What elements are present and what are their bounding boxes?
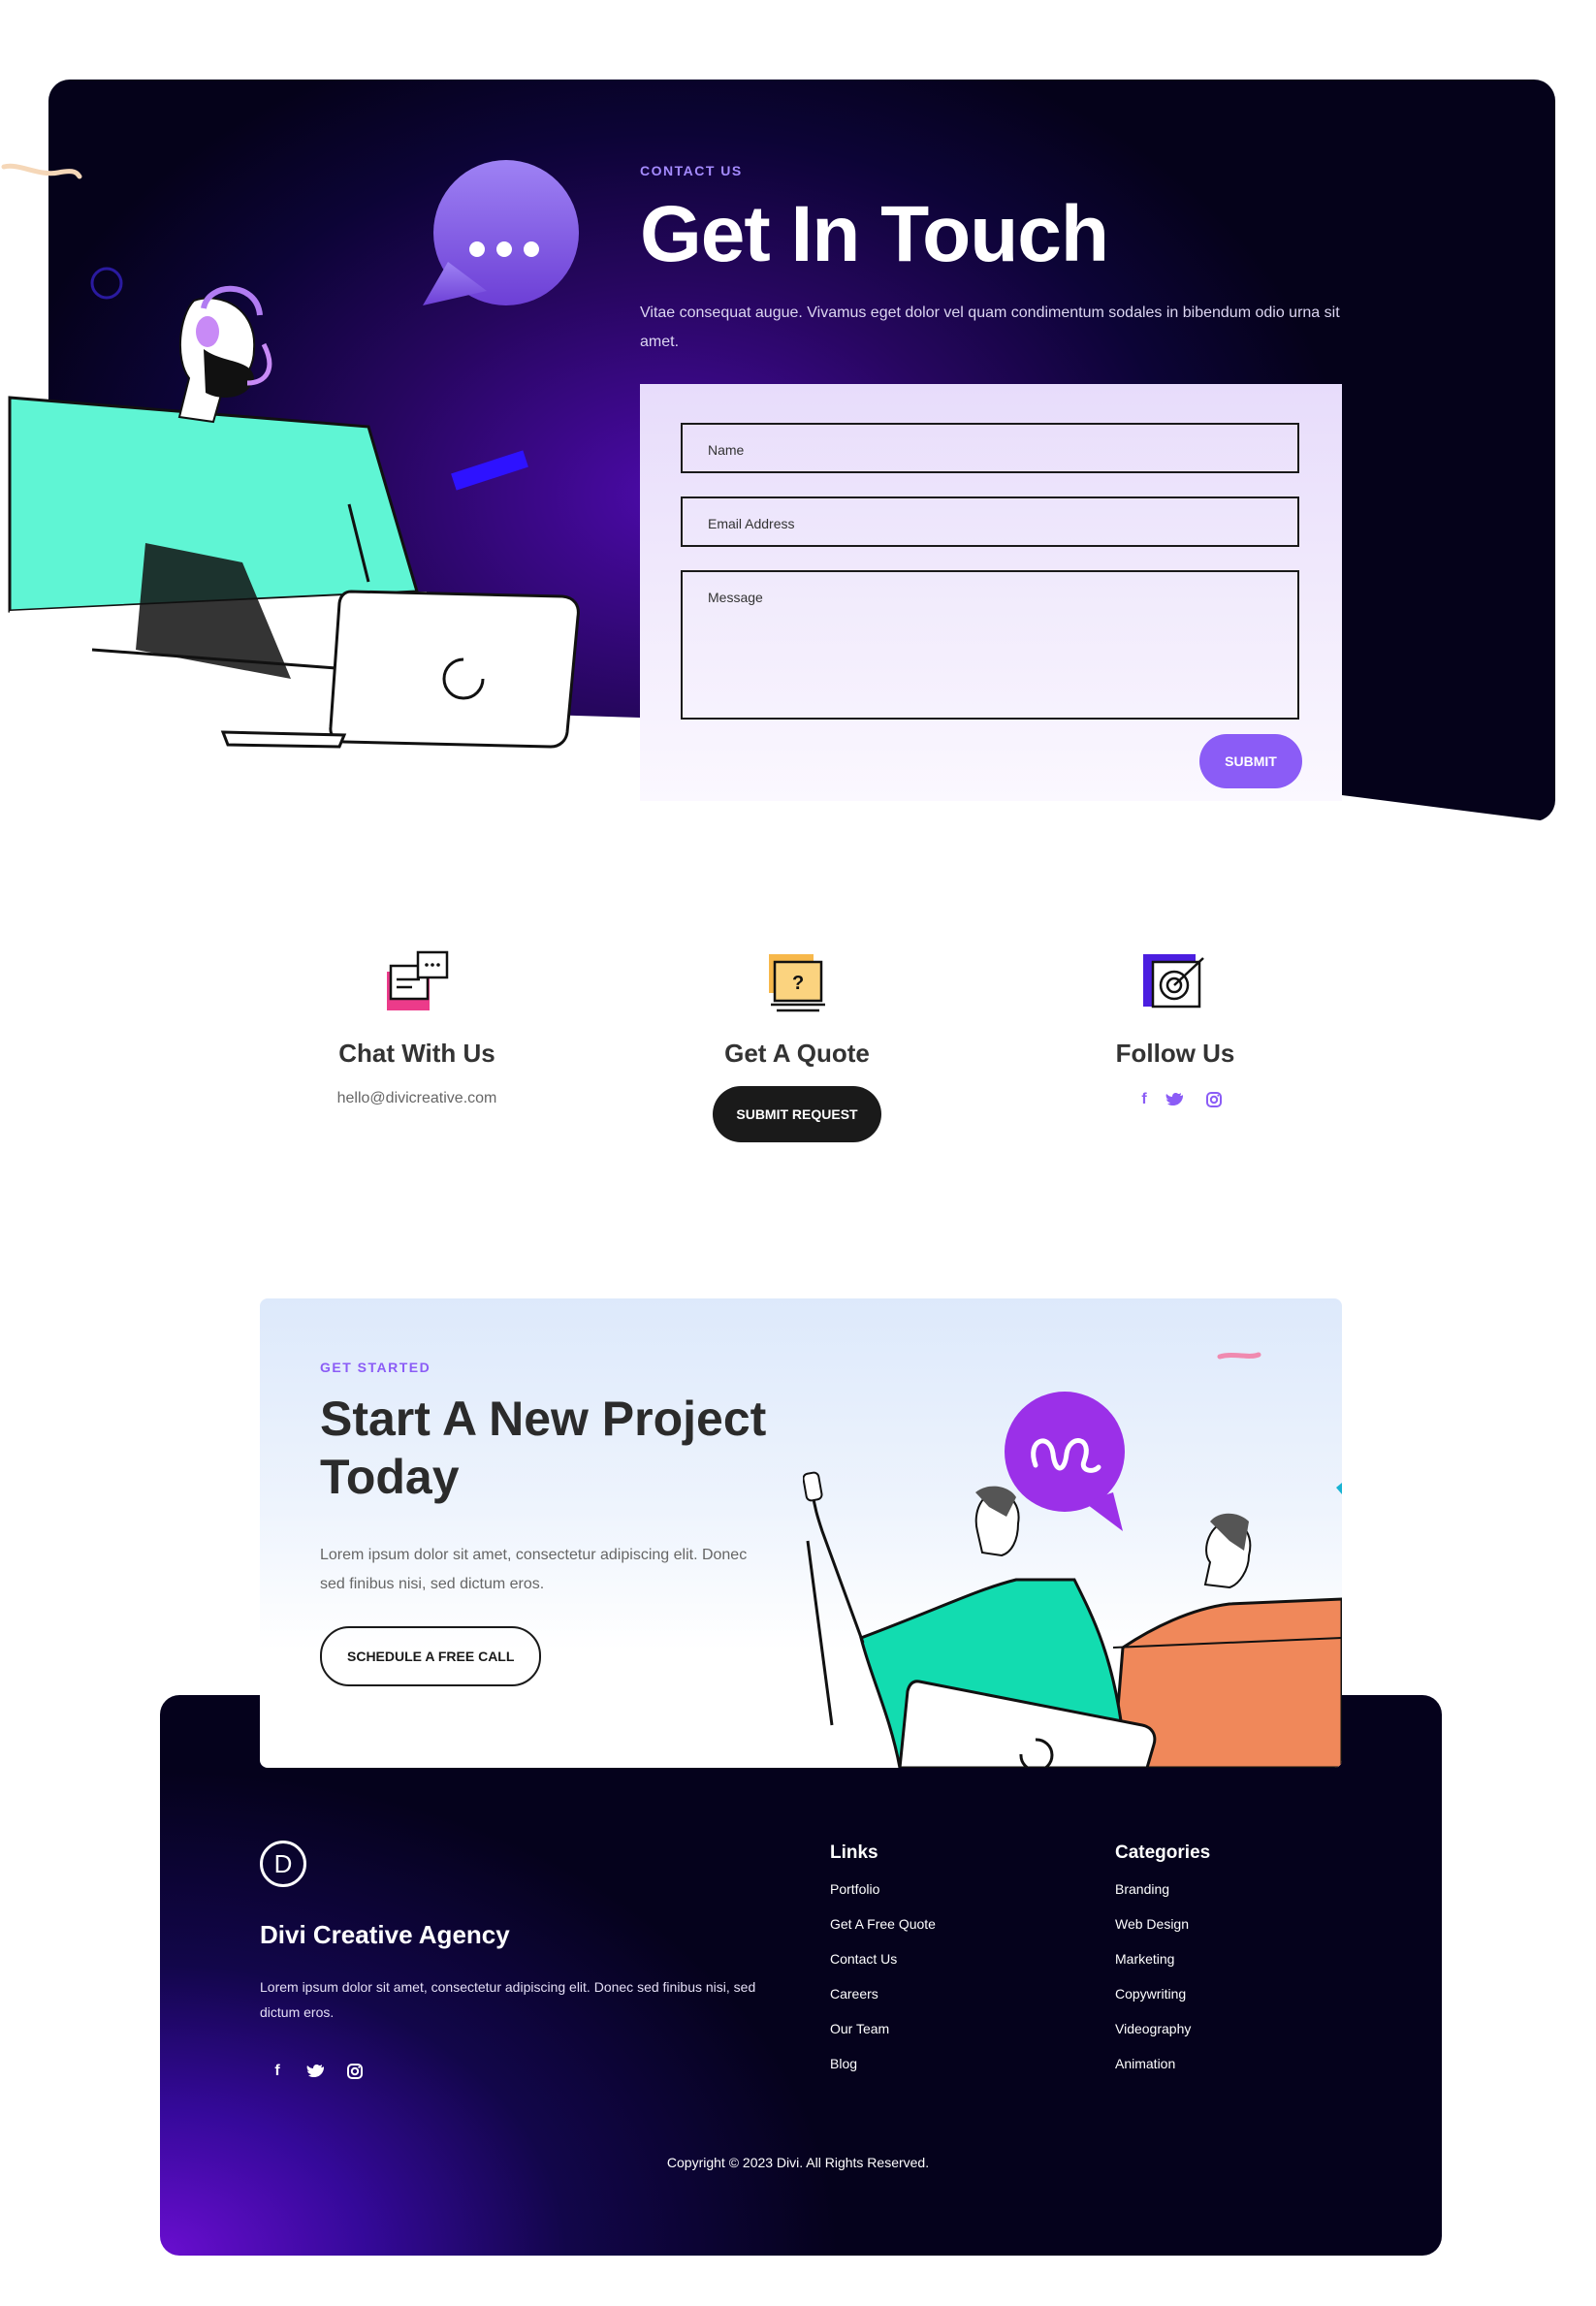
footer-social-icons: f: [266, 2060, 382, 2087]
footer-description: Lorem ipsum dolor sit amet, consectetur …: [260, 1979, 756, 2020]
footer-link[interactable]: Careers: [830, 1986, 936, 2021]
quote-icon: ?: [769, 954, 825, 1012]
support-agent-illustration: [8, 285, 580, 749]
links-heading: Links: [830, 1842, 878, 1863]
instagram-icon[interactable]: [1202, 1088, 1226, 1111]
categories-heading: Categories: [1115, 1842, 1211, 1863]
name-field[interactable]: Name: [681, 423, 1299, 473]
footer-category-link[interactable]: Web Design: [1115, 1916, 1191, 1951]
footer-link[interactable]: Get A Free Quote: [830, 1916, 936, 1951]
submit-request-button[interactable]: SUBMIT REQUEST: [713, 1086, 881, 1142]
footer-category-link[interactable]: Branding: [1115, 1881, 1191, 1916]
follow-social-icons: f: [1030, 1088, 1321, 1111]
brand-logo[interactable]: D: [260, 1841, 306, 1887]
chat-column: Chat With Us hello@divicreative.com: [271, 950, 562, 1107]
twitter-icon[interactable]: [1164, 1088, 1187, 1111]
follow-title: Follow Us: [1115, 1039, 1235, 1068]
cta-eyebrow: GET STARTED: [320, 1360, 431, 1375]
schedule-call-button[interactable]: SCHEDULE A FREE CALL: [320, 1626, 542, 1686]
facebook-icon[interactable]: f: [1133, 1088, 1156, 1111]
cta-card: GET STARTED Start A New Project Today Lo…: [260, 1298, 1342, 1768]
chat-email-link[interactable]: hello@divicreative.com: [271, 1090, 562, 1107]
contact-form: Name Email Address Message SUBMIT: [640, 384, 1342, 801]
footer-link[interactable]: Our Team: [830, 2021, 936, 2056]
footer-category-link[interactable]: Videography: [1115, 2021, 1191, 2056]
copyright: Copyright © 2023 Divi. All Rights Reserv…: [666, 2155, 930, 2170]
chat-icon: [387, 950, 449, 1010]
cta-title: Start A New Project Today: [320, 1392, 767, 1504]
links-list: Portfolio Get A Free Quote Contact Us Ca…: [830, 1881, 936, 2091]
svg-text:?: ?: [792, 973, 804, 994]
footer-brand-name: Divi Creative Agency: [260, 1920, 510, 1949]
team-illustration: [803, 1352, 1342, 1768]
cta-description: Lorem ipsum dolor sit amet, consectetur …: [320, 1547, 748, 1592]
footer-link[interactable]: Contact Us: [830, 1951, 936, 1986]
categories-list: Branding Web Design Marketing Copywritin…: [1115, 1881, 1191, 2091]
facebook-icon[interactable]: f: [266, 2060, 289, 2083]
instagram-icon[interactable]: [343, 2060, 367, 2083]
twitter-icon[interactable]: [304, 2060, 328, 2083]
quote-column: ? Get A Quote SUBMIT REQUEST: [652, 950, 942, 1142]
submit-button[interactable]: SUBMIT: [1199, 734, 1302, 788]
footer-category-link[interactable]: Marketing: [1115, 1951, 1191, 1986]
quote-title: Get A Quote: [724, 1039, 870, 1068]
contact-eyebrow: CONTACT US: [640, 163, 743, 178]
footer-category-link[interactable]: Copywriting: [1115, 1986, 1191, 2021]
email-field[interactable]: Email Address: [681, 496, 1299, 547]
footer-link[interactable]: Blog: [830, 2056, 936, 2091]
target-icon: [1143, 954, 1204, 1009]
page-title: Get In Touch: [640, 190, 1109, 278]
hero-description: Vitae consequat augue. Vivamus eget dolo…: [640, 304, 1340, 350]
follow-column: Follow Us f: [1030, 950, 1321, 1111]
message-field[interactable]: Message: [681, 570, 1299, 720]
chat-title: Chat With Us: [338, 1039, 495, 1068]
footer-link[interactable]: Portfolio: [830, 1881, 936, 1916]
squiggle-decoration: [1, 163, 82, 179]
footer-category-link[interactable]: Animation: [1115, 2056, 1191, 2091]
